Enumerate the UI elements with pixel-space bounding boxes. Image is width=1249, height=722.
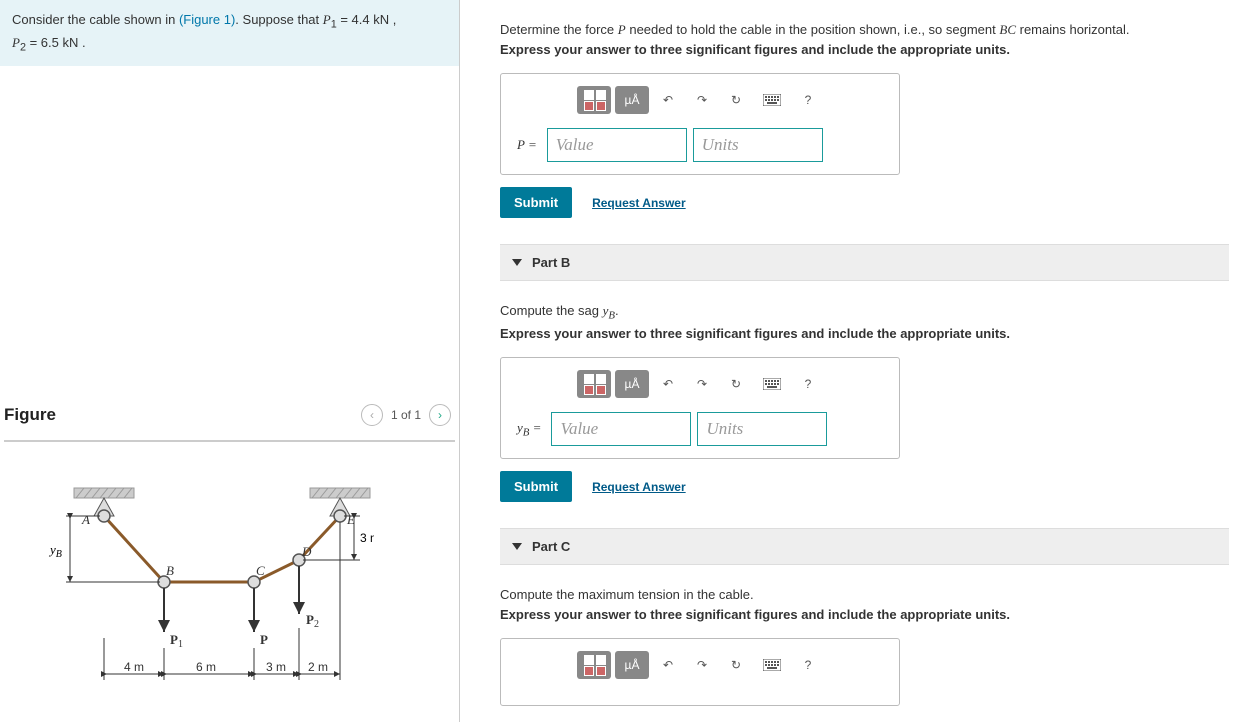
instruction: Express your answer to three significant… (500, 42, 1010, 57)
value-input[interactable]: Value (547, 128, 687, 162)
svg-text:3 m: 3 m (360, 531, 374, 545)
svg-text:C: C (256, 563, 265, 578)
instruction: Express your answer to three significant… (500, 326, 1010, 341)
answer-box-c: µÅ ↶ ↷ ↻ ? (500, 638, 900, 706)
chevron-right-icon[interactable]: › (429, 404, 451, 426)
svg-text:A: A (81, 512, 90, 527)
intro-text: Consider the cable shown in (12, 12, 179, 27)
template-icon[interactable] (577, 86, 611, 114)
part-a-question: Determine the force P needed to hold the… (500, 0, 1229, 65)
keyboard-icon[interactable] (755, 370, 789, 398)
instruction: Express your answer to three significant… (500, 607, 1010, 622)
answer-label: P = (517, 137, 541, 153)
figure-link[interactable]: (Figure 1) (179, 12, 235, 27)
figure-header: Figure ‹ 1 of 1 › (4, 396, 455, 442)
svg-text:P: P (260, 632, 268, 647)
answer-box-b: µÅ ↶ ↷ ↻ ? yB = Value Units (500, 357, 900, 459)
part-b-header[interactable]: Part B (500, 244, 1229, 281)
submit-button[interactable]: Submit (500, 187, 572, 218)
svg-text:B: B (166, 563, 174, 578)
template-icon[interactable] (577, 370, 611, 398)
svg-text:P1: P1 (170, 632, 183, 650)
request-answer-link[interactable]: Request Answer (592, 196, 686, 210)
svg-text:6 m: 6 m (196, 660, 216, 674)
intro-text: . Suppose that (235, 12, 322, 27)
right-column: Determine the force P needed to hold the… (460, 0, 1249, 722)
var-p2: P (12, 35, 20, 50)
submit-button[interactable]: Submit (500, 471, 572, 502)
answer-toolbar: µÅ ↶ ↷ ↻ ? (517, 370, 883, 398)
chevron-down-icon (512, 259, 522, 266)
figure-section: Figure ‹ 1 of 1 › (0, 396, 459, 722)
reset-icon[interactable]: ↻ (721, 370, 751, 398)
answer-toolbar: µÅ ↶ ↷ ↻ ? (517, 86, 883, 114)
figure-nav: ‹ 1 of 1 › (361, 404, 451, 426)
part-c-question: Compute the maximum tension in the cable… (500, 565, 1229, 630)
reset-icon[interactable]: ↻ (721, 86, 751, 114)
answer-box-a: µÅ ↶ ↷ ↻ ? P = Value Units (500, 73, 900, 175)
redo-icon[interactable]: ↷ (687, 370, 717, 398)
answer-label: yB = (517, 420, 545, 439)
units-icon[interactable]: µÅ (615, 370, 649, 398)
units-icon[interactable]: µÅ (615, 651, 649, 679)
chevron-down-icon (512, 543, 522, 550)
figure-counter: 1 of 1 (391, 408, 421, 422)
p2-value: = 6.5 kN . (26, 35, 86, 50)
undo-icon[interactable]: ↶ (653, 651, 683, 679)
value-input[interactable]: Value (551, 412, 691, 446)
help-icon[interactable]: ? (793, 86, 823, 114)
keyboard-icon[interactable] (755, 86, 789, 114)
actions-a: Submit Request Answer (500, 187, 1229, 218)
part-title: Part B (532, 255, 570, 270)
reset-icon[interactable]: ↻ (721, 651, 751, 679)
units-icon[interactable]: µÅ (615, 86, 649, 114)
answer-line: P = Value Units (517, 128, 883, 162)
figure-body: A E B C D P1 P P2 (4, 442, 455, 722)
left-column: Consider the cable shown in (Figure 1). … (0, 0, 460, 722)
units-input[interactable]: Units (697, 412, 827, 446)
help-icon[interactable]: ? (793, 651, 823, 679)
svg-text:3 m: 3 m (266, 660, 286, 674)
actions-b: Submit Request Answer (500, 471, 1229, 502)
part-title: Part C (532, 539, 570, 554)
request-answer-link[interactable]: Request Answer (592, 480, 686, 494)
part-c-header[interactable]: Part C (500, 528, 1229, 565)
answer-toolbar: µÅ ↶ ↷ ↻ ? (517, 651, 883, 679)
template-icon[interactable] (577, 651, 611, 679)
svg-text:2 m: 2 m (308, 660, 328, 674)
svg-text:D: D (301, 544, 312, 559)
p1-value: = 4.4 kN , (337, 12, 397, 27)
svg-text:P2: P2 (306, 612, 319, 630)
svg-text:yB: yB (48, 542, 62, 560)
redo-icon[interactable]: ↷ (687, 651, 717, 679)
help-icon[interactable]: ? (793, 370, 823, 398)
var-p1: P (323, 12, 331, 27)
redo-icon[interactable]: ↷ (687, 86, 717, 114)
undo-icon[interactable]: ↶ (653, 86, 683, 114)
chevron-left-icon[interactable]: ‹ (361, 404, 383, 426)
part-b-question: Compute the sag yB. Express your answer … (500, 281, 1229, 349)
problem-intro: Consider the cable shown in (Figure 1). … (0, 0, 459, 66)
cable-diagram: A E B C D P1 P P2 (44, 472, 374, 712)
answer-line: yB = Value Units (517, 412, 883, 446)
units-input[interactable]: Units (693, 128, 823, 162)
figure-title: Figure (4, 405, 56, 425)
keyboard-icon[interactable] (755, 651, 789, 679)
svg-text:4 m: 4 m (124, 660, 144, 674)
undo-icon[interactable]: ↶ (653, 370, 683, 398)
